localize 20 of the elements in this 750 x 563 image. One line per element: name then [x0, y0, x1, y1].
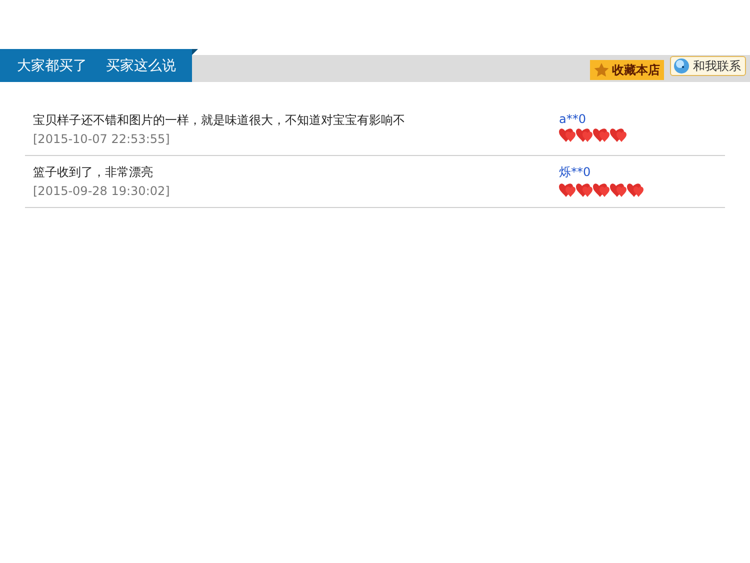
heart-icon: [610, 128, 627, 142]
reviewer-name: a**0: [559, 112, 587, 126]
review-date: [2015-10-07 22:53:55]: [33, 132, 171, 146]
heart-icon: [559, 128, 576, 142]
heart-icon: [593, 183, 610, 197]
favorite-shop-button[interactable]: 收藏本店: [590, 60, 664, 80]
reviewer-name: 烁**0: [559, 164, 592, 181]
contact-button[interactable]: 和我联系: [670, 56, 746, 76]
heart-icon: [610, 183, 627, 197]
tab[interactable]: 买家这么说: [106, 56, 176, 74]
review-text: 宝贝样子还不错和图片的一样，就是味道很大，不知道对宝宝有影响不: [33, 112, 406, 129]
heart-icon: [593, 128, 610, 142]
heart-icon: [576, 128, 593, 142]
review-text: 篮子收到了，非常漂亮: [33, 164, 154, 181]
star-icon: [594, 63, 609, 77]
review-date: [2015-09-28 19:30:02]: [33, 184, 171, 198]
heart-icon: [627, 183, 644, 197]
heart-icon: [559, 183, 576, 197]
tab[interactable]: 大家都买了: [17, 56, 87, 74]
heart-icon: [576, 183, 593, 197]
